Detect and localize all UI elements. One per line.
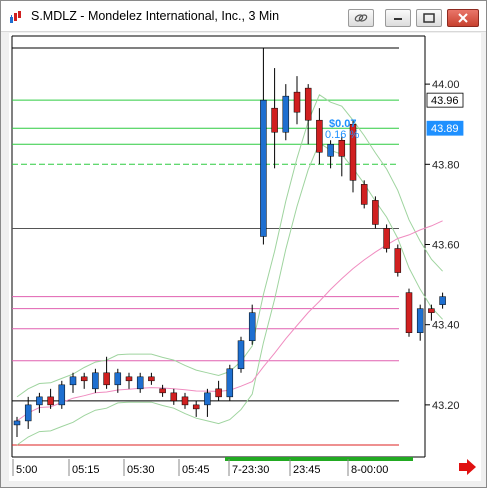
x-tick-label: 23:45	[293, 464, 321, 476]
candle[interactable]	[58, 380, 66, 409]
candle-body	[405, 292, 413, 333]
session-bar	[225, 457, 413, 461]
candle-body	[69, 376, 77, 386]
candle-body	[103, 372, 110, 386]
candle-body	[271, 107, 278, 133]
candle-body	[226, 368, 234, 398]
candle-body	[58, 384, 66, 406]
candle-body	[260, 99, 267, 237]
candle-body	[114, 372, 122, 386]
candle-body	[24, 404, 32, 422]
chart-window: S.MDLZ - Mondelez International, Inc., 3…	[0, 0, 487, 488]
candle-body	[372, 200, 379, 225]
x-tick-label: 05:30	[127, 464, 155, 476]
x-tick-label: 8-00:00	[351, 464, 388, 476]
link-icon	[354, 14, 368, 22]
price-box-label: 43.89	[431, 123, 459, 135]
candle-body	[47, 396, 54, 406]
close-icon	[458, 13, 468, 23]
candle-body	[125, 376, 133, 382]
candle-body	[338, 139, 346, 157]
candle-body	[394, 248, 402, 273]
candle-body	[383, 228, 390, 249]
candle-body	[181, 396, 189, 406]
y-tick-label: 43.40	[432, 320, 460, 332]
candle-body	[36, 396, 43, 406]
candle-body	[439, 296, 446, 305]
chart-area[interactable]: $0.07 0.16 % 44.00 43.80 43.60 43.40 43.20 4…	[9, 33, 481, 481]
candle-body	[416, 308, 424, 333]
candle-body	[13, 420, 21, 426]
candle-body	[204, 392, 211, 406]
candle-body	[316, 119, 323, 153]
candle-body	[282, 95, 290, 133]
candle-body	[148, 376, 155, 382]
candle[interactable]	[372, 196, 379, 229]
candle-body	[215, 388, 222, 398]
restore-button[interactable]	[385, 9, 411, 27]
close-button[interactable]	[447, 9, 479, 27]
x-tick-label: 05:45	[182, 464, 210, 476]
x-tick-label: 5:00	[16, 464, 37, 476]
candle[interactable]	[360, 180, 368, 209]
candle[interactable]	[394, 244, 402, 277]
candle-body	[293, 91, 301, 113]
title-bar[interactable]: S.MDLZ - Mondelez International, Inc., 3…	[1, 1, 486, 32]
candle-body	[192, 404, 200, 410]
candle-body	[428, 308, 435, 313]
candle-body	[170, 392, 178, 402]
candle[interactable]	[383, 224, 390, 253]
maximize-icon	[423, 13, 435, 23]
y-tick-label: 44.00	[432, 79, 460, 91]
candle[interactable]	[226, 364, 234, 401]
candle[interactable]	[405, 288, 413, 337]
candle-body	[237, 340, 245, 370]
candle-body	[248, 312, 256, 341]
percent-change-label: 0.16 %	[325, 129, 359, 141]
candle-body	[80, 376, 88, 382]
x-tick-label: 05:15	[72, 464, 100, 476]
y-tick-label: 43.20	[432, 400, 460, 412]
candle-body	[360, 184, 368, 205]
candle-body	[159, 388, 166, 394]
price-box-label: 43.96	[431, 95, 459, 107]
candle-body	[304, 87, 312, 121]
candle[interactable]	[237, 336, 245, 373]
restore-icon	[394, 18, 402, 20]
candlestick-chart[interactable]: $0.07 0.16 % 44.0043.8043.6043.4043.20 4…	[9, 33, 481, 481]
candle-body	[92, 372, 99, 390]
candle-body	[136, 376, 144, 390]
window-title: S.MDLZ - Mondelez International, Inc., 3…	[31, 9, 280, 23]
chart-app-icon	[9, 10, 23, 24]
y-tick-label: 43.60	[432, 239, 460, 251]
x-tick-label: 7-23:30	[232, 464, 269, 476]
candle-body	[327, 144, 334, 157]
link-button[interactable]	[348, 9, 374, 27]
y-tick-label: 43.80	[432, 159, 460, 171]
maximize-button[interactable]	[416, 9, 442, 27]
